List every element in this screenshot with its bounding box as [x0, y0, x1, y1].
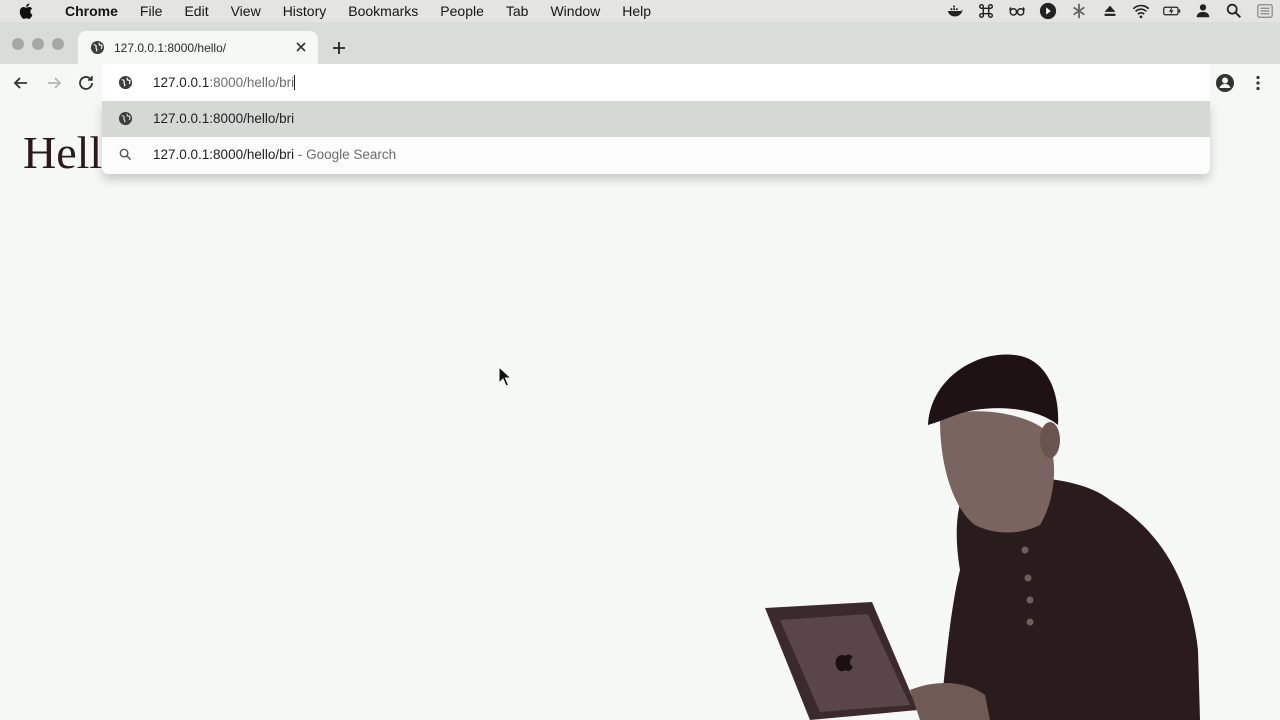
- tab-title: 127.0.0.1:8000/hello/: [114, 41, 227, 55]
- apple-logo-icon[interactable]: [18, 2, 36, 20]
- tab-strip: 127.0.0.1:8000/hello/: [0, 22, 1280, 64]
- window-close-light[interactable]: [12, 38, 24, 50]
- more-menu-icon[interactable]: [1249, 74, 1267, 92]
- battery-icon[interactable]: [1156, 0, 1187, 22]
- macos-menu-bar: Chrome File Edit View History Bookmarks …: [0, 0, 1280, 22]
- forward-arrow-icon[interactable]: [44, 73, 64, 93]
- menu-tab[interactable]: Tab: [495, 3, 540, 19]
- window-minimize-light[interactable]: [32, 38, 44, 50]
- suggestion-url-text: 127.0.0.1:8000/hello/bri: [153, 111, 294, 126]
- menu-edit[interactable]: Edit: [173, 3, 219, 19]
- globe-icon: [90, 40, 105, 55]
- globe-icon: [118, 75, 133, 90]
- suggestion-google-search[interactable]: 127.0.0.1:8000/hello/bri - Google Search: [102, 137, 1210, 173]
- play-icon[interactable]: [1032, 0, 1063, 22]
- search-icon: [119, 148, 132, 161]
- profile-avatar-icon[interactable]: [1215, 73, 1235, 93]
- page-heading: Hell: [23, 127, 103, 178]
- wifi-icon[interactable]: [1125, 0, 1156, 22]
- suggestion-secondary-text: - Google Search: [294, 147, 397, 162]
- docker-icon[interactable]: [939, 0, 970, 22]
- user-icon[interactable]: [1187, 0, 1218, 22]
- menu-view[interactable]: View: [220, 3, 272, 19]
- reload-icon[interactable]: [76, 73, 96, 93]
- url-host: 127.0.0.1: [153, 75, 210, 90]
- back-arrow-icon[interactable]: [11, 73, 31, 93]
- status-menu-area: [939, 0, 1280, 22]
- command-icon[interactable]: [970, 0, 1001, 22]
- suggestion-url[interactable]: 127.0.0.1:8000/hello/bri: [102, 101, 1210, 137]
- glasses-icon[interactable]: [1001, 0, 1032, 22]
- omnibox-suggestions: 127.0.0.1:8000/hello/bri 127.0.0.1:8000/…: [102, 101, 1210, 174]
- fan-icon[interactable]: [1063, 0, 1094, 22]
- menu-app-name[interactable]: Chrome: [54, 3, 129, 19]
- eject-icon[interactable]: [1094, 0, 1125, 22]
- list-icon[interactable]: [1249, 0, 1280, 22]
- window-zoom-light[interactable]: [52, 38, 64, 50]
- address-bar[interactable]: 127.0.0.1:8000/hello/bri: [102, 64, 1210, 102]
- menu-history[interactable]: History: [272, 3, 338, 19]
- globe-icon: [118, 111, 133, 126]
- menu-bookmarks[interactable]: Bookmarks: [337, 3, 429, 19]
- menu-file[interactable]: File: [129, 3, 174, 19]
- close-icon[interactable]: [294, 40, 308, 54]
- url-path: :8000/hello/bri: [209, 75, 295, 90]
- search-icon[interactable]: [1218, 0, 1249, 22]
- suggestion-text: 127.0.0.1:8000/hello/bri: [153, 147, 295, 162]
- suggestion-text: 127.0.0.1:8000/hello/bri: [153, 111, 295, 126]
- tab-active[interactable]: 127.0.0.1:8000/hello/: [78, 31, 318, 64]
- browser-toolbar: 127.0.0.1:8000/hello/bri: [0, 64, 1280, 102]
- address-bar-text[interactable]: 127.0.0.1:8000/hello/bri: [153, 75, 296, 90]
- suggestion-search-text: 127.0.0.1:8000/hello/bri - Google Search: [153, 147, 396, 162]
- menu-people[interactable]: People: [429, 3, 495, 19]
- text-caret: [294, 75, 296, 90]
- new-tab-plus-icon[interactable]: [330, 39, 348, 57]
- mouse-pointer-icon: [498, 366, 512, 387]
- presenter-video-overlay: [765, 354, 1200, 720]
- menu-window[interactable]: Window: [539, 3, 611, 19]
- menu-help[interactable]: Help: [611, 3, 662, 19]
